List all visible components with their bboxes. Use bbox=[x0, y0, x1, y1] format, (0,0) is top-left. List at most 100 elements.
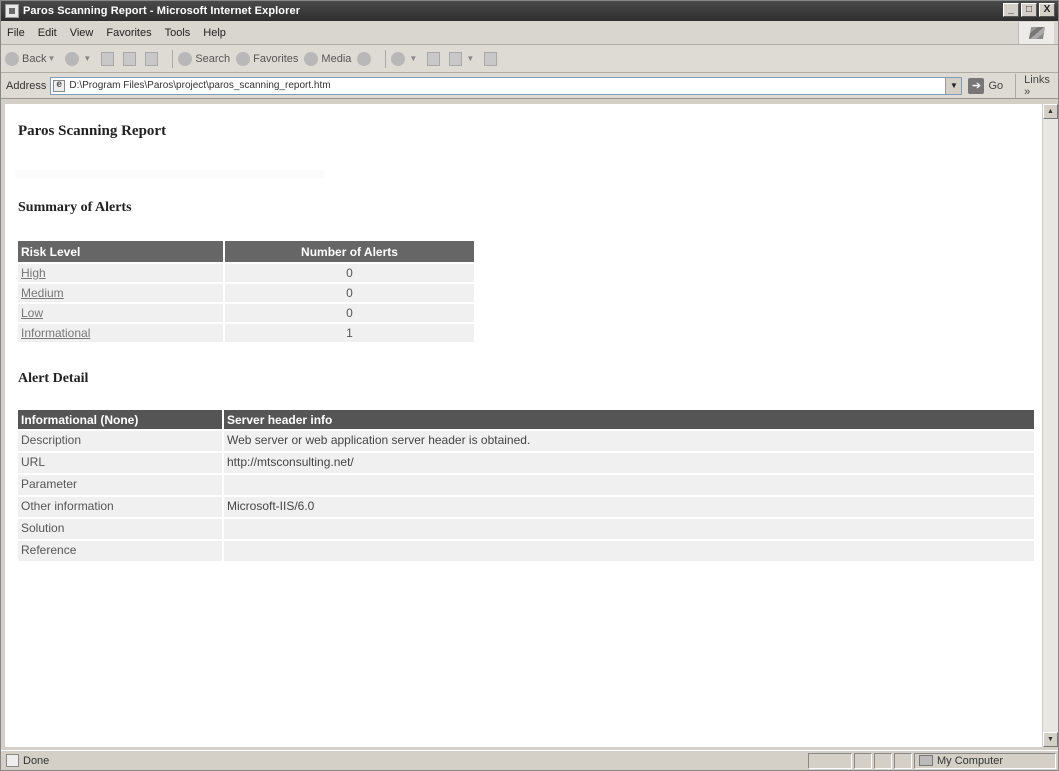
risk-level-header: Risk Level bbox=[18, 241, 223, 262]
risk-link-high[interactable]: High bbox=[21, 266, 46, 280]
print-icon bbox=[427, 51, 441, 66]
detail-label: URL bbox=[18, 453, 222, 473]
search-icon bbox=[178, 51, 193, 66]
address-bar: Address D:\Program Files\Paros\project\p… bbox=[1, 73, 1058, 99]
title-bar: Paros Scanning Report - Microsoft Intern… bbox=[1, 1, 1058, 21]
back-arrow-icon bbox=[5, 51, 19, 66]
detail-header-row: Informational (None) Server header info bbox=[18, 410, 1034, 429]
page-done-icon bbox=[6, 754, 19, 767]
table-row: Medium 0 bbox=[18, 284, 474, 302]
back-button[interactable]: Back ▼ bbox=[5, 51, 59, 66]
scroll-down-icon[interactable]: ▼ bbox=[1043, 732, 1058, 747]
windows-logo-icon bbox=[1018, 22, 1054, 44]
page-content: Paros Scanning Report Summary of Alerts … bbox=[5, 104, 1042, 747]
mail-icon bbox=[391, 51, 406, 66]
browser-window: Paros Scanning Report - Microsoft Intern… bbox=[0, 0, 1059, 771]
number-of-alerts-header: Number of Alerts bbox=[223, 241, 474, 262]
address-input[interactable]: D:\Program Files\Paros\project\paros_sca… bbox=[50, 76, 963, 95]
scroll-up-icon[interactable]: ▲ bbox=[1043, 104, 1058, 119]
menu-help[interactable]: Help bbox=[203, 27, 226, 39]
my-computer-icon bbox=[919, 755, 933, 766]
table-row: Reference bbox=[18, 541, 1034, 561]
menu-edit[interactable]: Edit bbox=[38, 27, 57, 39]
discuss-icon bbox=[484, 51, 498, 66]
status-panel bbox=[874, 752, 892, 769]
page-icon bbox=[53, 79, 66, 92]
minimize-button[interactable]: _ bbox=[1003, 3, 1019, 17]
status-panel bbox=[854, 752, 872, 769]
forward-button[interactable]: ▼ bbox=[65, 51, 95, 66]
alert-count: 0 bbox=[223, 284, 474, 302]
table-row: Solution bbox=[18, 519, 1034, 539]
menu-favorites[interactable]: Favorites bbox=[106, 27, 151, 39]
risk-link-low[interactable]: Low bbox=[21, 306, 43, 320]
alert-detail-table: Informational (None) Server header info … bbox=[18, 408, 1034, 563]
edit-button[interactable]: ▼ bbox=[449, 51, 478, 66]
summary-table: Risk Level Number of Alerts High 0 Mediu… bbox=[18, 239, 474, 344]
refresh-icon bbox=[123, 51, 137, 66]
maximize-button[interactable]: □ bbox=[1021, 3, 1037, 17]
detail-value: Microsoft-IIS/6.0 bbox=[222, 497, 1034, 517]
stop-button[interactable] bbox=[101, 51, 117, 66]
detail-label: Description bbox=[18, 431, 222, 451]
discuss-button[interactable] bbox=[484, 51, 500, 66]
risk-link-informational[interactable]: Informational bbox=[21, 326, 90, 340]
detail-value: http://mtsconsulting.net/ bbox=[222, 453, 1034, 473]
table-row: Low 0 bbox=[18, 304, 474, 322]
summary-header-row: Risk Level Number of Alerts bbox=[18, 241, 474, 262]
risk-link-medium[interactable]: Medium bbox=[21, 286, 64, 300]
refresh-button[interactable] bbox=[123, 51, 139, 66]
menu-file[interactable]: File bbox=[7, 27, 25, 39]
status-panel bbox=[808, 752, 852, 769]
mail-button[interactable]: ▼ bbox=[391, 51, 421, 66]
history-icon bbox=[357, 51, 372, 66]
detail-value bbox=[222, 519, 1034, 539]
history-button[interactable] bbox=[357, 51, 374, 66]
media-label: Media bbox=[321, 52, 352, 65]
standard-toolbar: Back ▼ ▼ Search Favorites Media ▼ ▼ bbox=[1, 45, 1058, 73]
menu-view[interactable]: View bbox=[70, 27, 94, 39]
forward-dropdown-icon[interactable]: ▼ bbox=[83, 54, 91, 63]
links-button[interactable]: Links » bbox=[1015, 73, 1058, 98]
alert-risk-header: Informational (None) bbox=[18, 410, 222, 429]
table-row: Other information Microsoft-IIS/6.0 bbox=[18, 497, 1034, 517]
alert-count: 0 bbox=[223, 264, 474, 282]
report-title: Paros Scanning Report bbox=[18, 123, 167, 139]
search-button[interactable]: Search bbox=[178, 51, 231, 66]
go-label: Go bbox=[988, 79, 1004, 92]
back-dropdown-icon[interactable]: ▼ bbox=[47, 54, 55, 63]
edit-icon bbox=[449, 51, 463, 66]
mail-dropdown-icon[interactable]: ▼ bbox=[409, 54, 417, 63]
report-subheader bbox=[15, 170, 325, 178]
edit-dropdown-icon[interactable]: ▼ bbox=[466, 54, 474, 63]
search-label: Search bbox=[195, 52, 231, 65]
favorites-label: Favorites bbox=[253, 52, 299, 65]
status-panel bbox=[894, 752, 912, 769]
vertical-scrollbar[interactable]: ▲ ▼ bbox=[1042, 104, 1058, 747]
address-url[interactable]: D:\Program Files\Paros\project\paros_sca… bbox=[69, 80, 330, 91]
go-button[interactable]: ➔ Go bbox=[968, 77, 1004, 94]
close-button[interactable]: X bbox=[1039, 3, 1055, 17]
menu-tools[interactable]: Tools bbox=[165, 27, 191, 39]
status-bar: Done My Computer bbox=[1, 750, 1058, 770]
print-button[interactable] bbox=[427, 51, 443, 66]
toolbar-separator bbox=[385, 49, 387, 68]
back-label: Back bbox=[22, 52, 47, 65]
alert-name-header: Server header info bbox=[222, 410, 1034, 429]
detail-value bbox=[222, 475, 1034, 495]
favorites-star-icon bbox=[236, 51, 251, 66]
zone-label: My Computer bbox=[937, 754, 1004, 767]
table-row: Parameter bbox=[18, 475, 1034, 495]
home-button[interactable] bbox=[145, 51, 161, 66]
window-controls: _ □ X bbox=[1003, 3, 1055, 17]
ie-window-icon[interactable] bbox=[5, 4, 19, 18]
favorites-button[interactable]: Favorites bbox=[236, 51, 299, 66]
address-dropdown-icon[interactable]: ▼ bbox=[945, 77, 962, 94]
table-row: URL http://mtsconsulting.net/ bbox=[18, 453, 1034, 473]
stop-icon bbox=[101, 51, 115, 66]
media-button[interactable]: Media bbox=[304, 51, 352, 66]
detail-label: Reference bbox=[18, 541, 222, 561]
home-icon bbox=[145, 51, 159, 66]
alert-count: 0 bbox=[223, 304, 474, 322]
alert-detail-heading: Alert Detail bbox=[18, 371, 89, 386]
